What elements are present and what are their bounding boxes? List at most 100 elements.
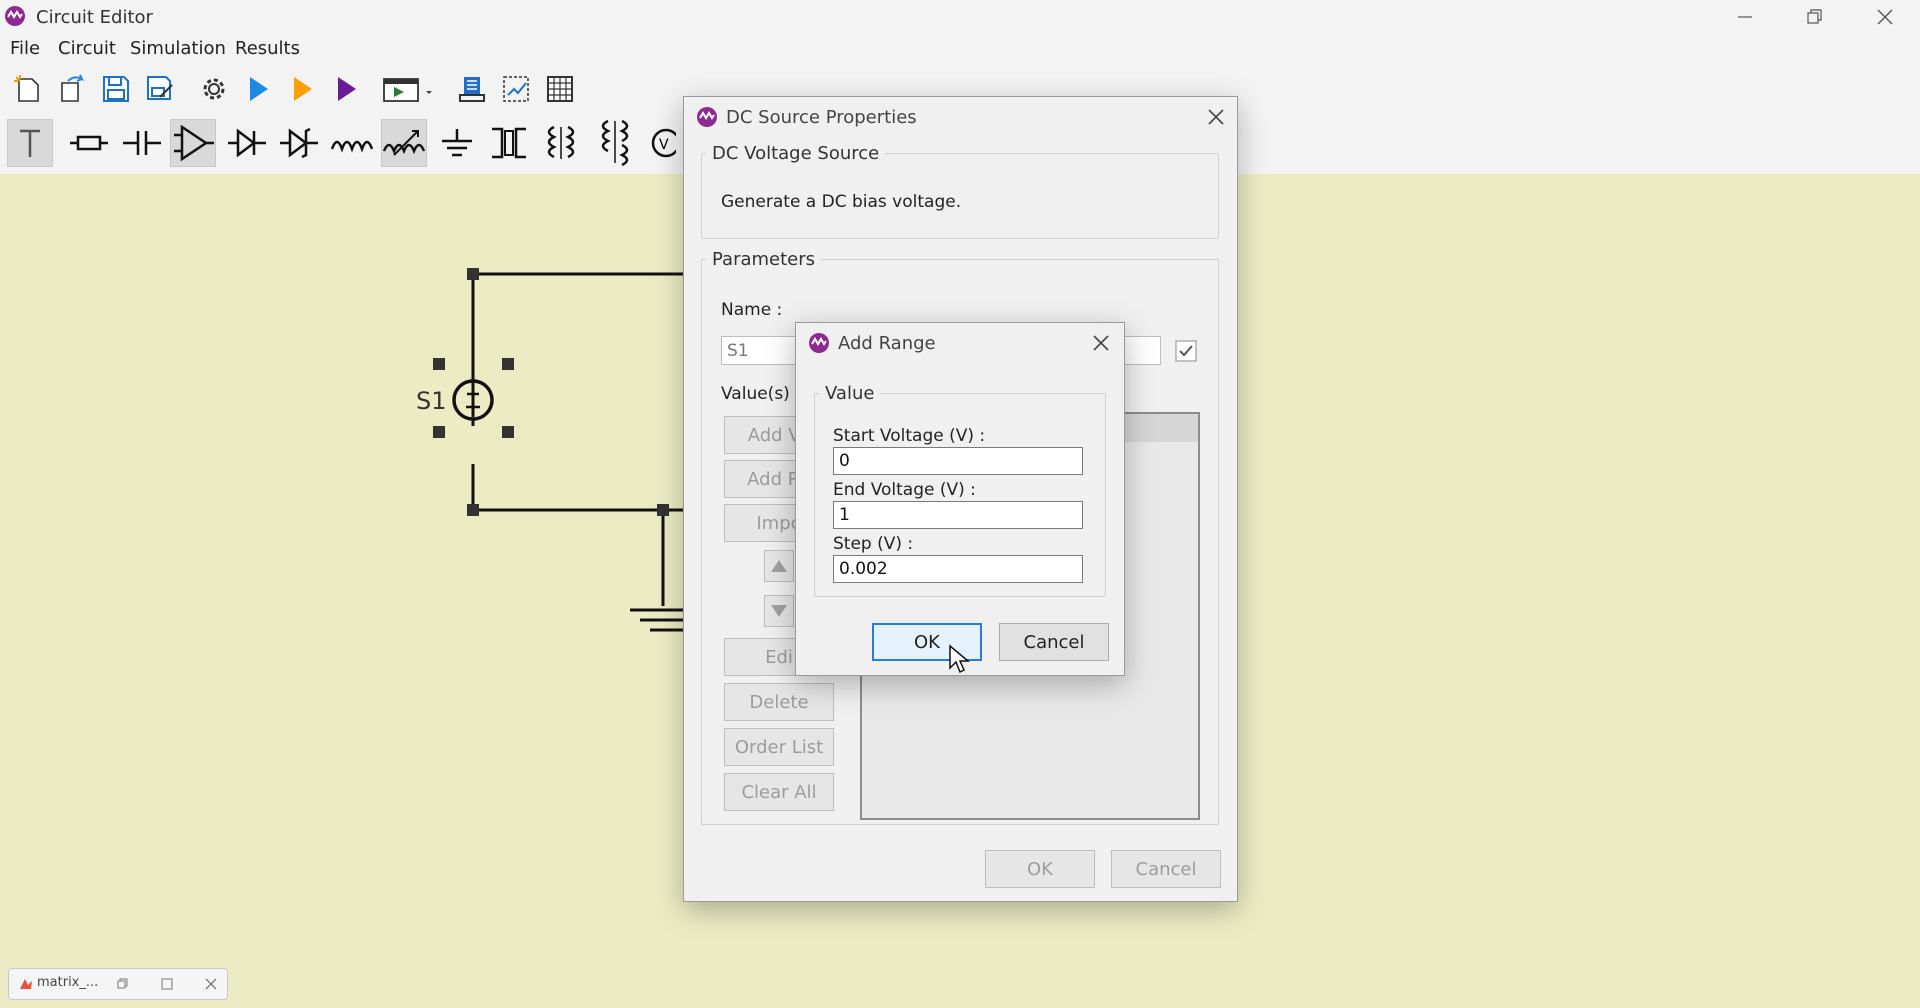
settings-gear-icon (203, 78, 225, 100)
add-range-dialog: Add Range Value Start Voltage (V) : End … (795, 322, 1125, 676)
circuit-editor-app: Circuit Editor File Circuit Simulation R… (0, 0, 1920, 1008)
window-title: Circuit Editor (36, 7, 153, 28)
move-down-button[interactable] (764, 595, 794, 627)
voltage-source-icon: V (651, 128, 676, 158)
probe-icon (459, 77, 485, 102)
end-voltage-label: End Voltage (V) : (833, 480, 976, 500)
open-file-button[interactable] (52, 69, 92, 109)
app-logo-icon (809, 333, 829, 353)
order-list-button[interactable]: Order List (724, 728, 834, 766)
ground-icon (442, 129, 472, 157)
clear-all-button[interactable]: Clear All (724, 773, 834, 811)
value-group: Value Start Voltage (V) : End Voltage (V… (814, 383, 1106, 597)
run-orange-icon (294, 77, 312, 101)
probe-button[interactable] (452, 69, 492, 109)
open-file-icon (61, 74, 85, 102)
run-button-purple[interactable] (326, 69, 366, 109)
matlab-logo-icon (20, 979, 32, 989)
range-cancel-button[interactable]: Cancel (999, 623, 1109, 661)
minimized-window[interactable]: matrix_... (8, 968, 228, 1000)
save-button[interactable] (96, 69, 136, 109)
title-bar: Circuit Editor (0, 0, 1920, 34)
dialog-title: DC Source Properties (726, 107, 917, 128)
diode-icon (228, 128, 266, 158)
grid-icon (547, 76, 573, 102)
voltage-source-button[interactable]: V (646, 119, 676, 167)
close-icon[interactable] (1204, 105, 1228, 129)
fit-view-icon (503, 76, 529, 102)
inductor-button[interactable] (329, 119, 375, 167)
restore-icon (1807, 9, 1822, 24)
resistor-button[interactable] (66, 119, 112, 167)
close-icon[interactable] (1089, 331, 1113, 355)
menu-bar: File Circuit Simulation Results (0, 34, 1920, 64)
source-label: S1 (416, 387, 447, 415)
run-button-blue[interactable] (238, 69, 278, 109)
settings-button[interactable] (194, 69, 234, 109)
save-as-button[interactable] (140, 69, 180, 109)
restore-button[interactable] (1780, 0, 1850, 34)
minimize-button[interactable] (1710, 0, 1780, 34)
run-button-orange[interactable] (282, 69, 322, 109)
coupled-inductor-3-button[interactable] (592, 119, 638, 167)
run-blue-icon (250, 77, 268, 101)
menu-file[interactable]: File (10, 38, 40, 59)
opamp-button[interactable] (170, 119, 216, 167)
schematic-drawing: S1 (416, 268, 690, 632)
coupled-inductor-3-icon (601, 119, 629, 167)
ground-button[interactable] (434, 119, 480, 167)
end-voltage-field[interactable] (833, 501, 1083, 529)
wires (471, 272, 690, 606)
simulation-window-dropdown[interactable] (378, 69, 438, 109)
step-field[interactable] (833, 555, 1083, 583)
inductor-icon (330, 140, 374, 153)
dialog-title: Add Range (838, 333, 936, 354)
zener-diode-icon (280, 127, 318, 159)
text-tool-button[interactable] (7, 119, 53, 167)
new-file-button[interactable] (8, 69, 48, 109)
ground-symbol (630, 608, 690, 632)
transformer-button[interactable] (486, 119, 532, 167)
description-text: Generate a DC bias voltage. (721, 192, 962, 212)
save-as-icon (147, 76, 173, 100)
text-tool-icon (20, 129, 40, 157)
grid-button[interactable] (540, 69, 580, 109)
resistor-icon (70, 135, 108, 151)
name-checkbox-icon[interactable] (1175, 340, 1197, 362)
diode-button[interactable] (224, 119, 270, 167)
simulation-window-icon (383, 78, 432, 102)
minimize-icon (1738, 16, 1752, 18)
name-label: Name : (721, 300, 783, 320)
save-icon (103, 76, 129, 102)
value-group-title: Value (825, 383, 875, 404)
dc-source-symbol[interactable] (452, 374, 494, 426)
menu-circuit[interactable]: Circuit (58, 38, 116, 59)
capacitor-button[interactable] (119, 119, 165, 167)
coupled-inductor-button[interactable] (538, 119, 584, 167)
transformer-icon (492, 127, 526, 159)
capacitor-icon (123, 131, 161, 155)
minimized-window-label: matrix_... (37, 975, 99, 990)
coupled-inductor-icon (547, 125, 575, 159)
step-label: Step (V) : (833, 534, 914, 554)
variable-resistor-button[interactable] (381, 119, 427, 167)
restore-icon[interactable] (117, 978, 129, 990)
variable-resistor-icon (382, 130, 426, 156)
menu-results[interactable]: Results (235, 38, 300, 59)
move-up-button[interactable] (764, 550, 794, 582)
close-window-button[interactable] (1850, 0, 1920, 34)
menu-simulation[interactable]: Simulation (130, 38, 226, 59)
dc-ok-button[interactable]: OK (985, 850, 1095, 888)
run-purple-icon (338, 77, 356, 101)
fit-view-button[interactable] (496, 69, 536, 109)
start-voltage-label: Start Voltage (V) : (833, 426, 986, 446)
delete-button[interactable]: Delete (724, 683, 834, 721)
new-file-icon (14, 75, 39, 102)
app-logo-icon (697, 107, 717, 127)
maximize-icon[interactable] (161, 978, 173, 990)
close-icon[interactable] (205, 978, 217, 990)
start-voltage-field[interactable] (833, 447, 1083, 475)
zener-diode-button[interactable] (276, 119, 322, 167)
group-title: DC Voltage Source (712, 143, 880, 164)
dc-cancel-button[interactable]: Cancel (1111, 850, 1221, 888)
